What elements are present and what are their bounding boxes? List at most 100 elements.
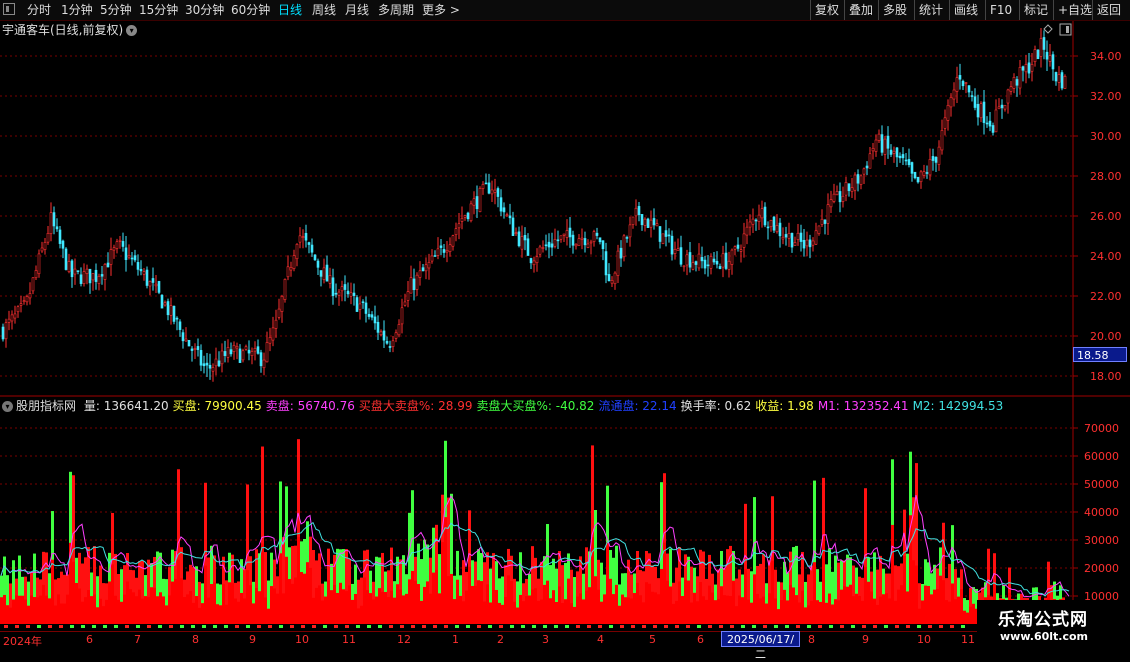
candle-body xyxy=(523,235,527,241)
indicator-value-4: 卖盘大买盘%: -40.82 xyxy=(476,399,595,413)
statistics-button[interactable]: 统计 xyxy=(914,0,947,20)
chevron-down-icon[interactable]: ▾ xyxy=(2,401,13,412)
candle-body xyxy=(463,215,467,218)
buy-volume-bar xyxy=(477,580,480,624)
candle-body xyxy=(133,255,137,261)
buy-volume-bar xyxy=(567,578,570,624)
panel-toggle-icon[interactable] xyxy=(1059,23,1072,36)
candle-body xyxy=(454,228,458,236)
period-tab-30min[interactable]: 30分钟 xyxy=(185,0,224,20)
buy-volume-bar xyxy=(651,591,654,624)
candle-body xyxy=(310,244,314,253)
signal-marker xyxy=(653,625,657,628)
period-tab-daily[interactable]: 日线 xyxy=(278,0,302,20)
candle-body xyxy=(187,339,191,347)
candle-body xyxy=(919,171,923,183)
buy-volume-bar xyxy=(351,599,354,624)
candle-body xyxy=(757,214,761,222)
candle-body xyxy=(826,204,830,224)
period-tab-monthly[interactable]: 月线 xyxy=(345,0,369,20)
buy-volume-bar xyxy=(102,606,105,624)
buy-volume-bar xyxy=(789,584,792,624)
buy-volume-bar xyxy=(303,573,306,624)
add-watchlist-button[interactable]: +自选 xyxy=(1053,0,1096,20)
candle-body xyxy=(91,273,95,281)
buy-volume-bar xyxy=(576,596,579,624)
signal-marker xyxy=(235,625,239,628)
buy-volume-bar xyxy=(906,591,909,624)
signal-marker xyxy=(103,625,107,628)
multi-stock-button[interactable]: 多股 xyxy=(878,0,911,20)
buy-volume-bar xyxy=(144,596,147,624)
signal-marker xyxy=(290,625,294,628)
buy-volume-bar xyxy=(609,578,612,624)
draw-line-button[interactable]: 画线 xyxy=(949,0,982,20)
signal-marker xyxy=(81,625,85,628)
adjust-button[interactable]: 复权 xyxy=(810,0,843,20)
signal-marker xyxy=(301,625,305,628)
buy-volume-bar xyxy=(45,595,48,624)
diamond-icon[interactable] xyxy=(1043,24,1053,34)
candle-body xyxy=(928,159,932,176)
candle-body xyxy=(565,230,569,238)
buy-volume-bar xyxy=(417,584,420,624)
buy-volume-bar xyxy=(51,559,54,624)
buy-volume-bar xyxy=(546,580,549,624)
signal-marker xyxy=(697,625,701,628)
period-tab-multi[interactable]: 多周期 xyxy=(378,0,414,20)
candle-body xyxy=(193,348,197,350)
back-button[interactable]: 返回 xyxy=(1092,0,1125,20)
mark-button[interactable]: 标记 xyxy=(1019,0,1052,20)
buy-volume-bar xyxy=(126,581,129,624)
candle-body xyxy=(379,331,383,336)
buy-volume-bar xyxy=(156,596,159,624)
time-axis-label: 9 xyxy=(249,633,256,646)
overlay-button[interactable]: 叠加 xyxy=(844,0,877,20)
buy-volume-bar xyxy=(876,604,879,624)
buy-volume-bar xyxy=(678,581,681,624)
buy-volume-bar xyxy=(894,600,897,624)
signal-marker xyxy=(367,625,371,628)
candle-body xyxy=(94,269,98,282)
candle-body xyxy=(85,268,89,274)
f10-button[interactable]: F10 xyxy=(985,0,1016,20)
signal-marker xyxy=(796,625,800,628)
candle-body xyxy=(331,277,335,297)
period-tab-60min[interactable]: 60分钟 xyxy=(231,0,270,20)
signal-marker xyxy=(609,625,613,628)
time-axis-label: 10 xyxy=(295,633,309,646)
indicator-name[interactable]: 股朋指标网 xyxy=(16,399,76,413)
signal-marker xyxy=(631,625,635,628)
period-tab-15min[interactable]: 15分钟 xyxy=(139,0,178,20)
period-tab-intraday[interactable]: 分时 xyxy=(27,0,51,20)
buy-volume-bar xyxy=(702,596,705,624)
period-tab-1min[interactable]: 1分钟 xyxy=(61,0,93,20)
period-tab-weekly[interactable]: 周线 xyxy=(312,0,336,20)
buy-volume-bar xyxy=(237,601,240,624)
period-tab-more[interactable]: 更多 > xyxy=(422,0,460,20)
signal-marker xyxy=(785,625,789,628)
buy-volume-bar xyxy=(174,578,177,624)
candle-body xyxy=(1048,55,1052,62)
candle-body xyxy=(202,363,206,367)
candle-body xyxy=(52,212,56,227)
candle-body xyxy=(430,255,434,262)
candle-body xyxy=(682,265,686,268)
menu-icon[interactable] xyxy=(3,3,15,15)
candle-body xyxy=(1045,51,1049,60)
candle-body xyxy=(493,189,497,193)
indicator-legend: ▾ 股朋指标网 量: 136641.20 买盘: 79900.45 卖盘: 56740… xyxy=(2,398,1003,414)
candle-body xyxy=(967,85,971,93)
candle-body xyxy=(229,349,233,355)
period-tab-5min[interactable]: 5分钟 xyxy=(100,0,132,20)
chart-canvas[interactable]: 34.00 32.00 30.00 28.00 26.00 24.00 22.00 20.00… xyxy=(0,0,1130,650)
candle-body xyxy=(916,176,920,183)
chevron-down-icon[interactable]: ▾ xyxy=(126,25,138,36)
candle-body xyxy=(829,199,833,208)
indicator-value-2: 卖盘: 56740.76 xyxy=(265,399,355,413)
candle-body xyxy=(307,242,311,245)
candle-body xyxy=(325,264,329,282)
buy-volume-bar xyxy=(312,597,315,624)
buy-volume-bar xyxy=(357,608,360,624)
time-axis-label: 9 xyxy=(862,633,869,646)
